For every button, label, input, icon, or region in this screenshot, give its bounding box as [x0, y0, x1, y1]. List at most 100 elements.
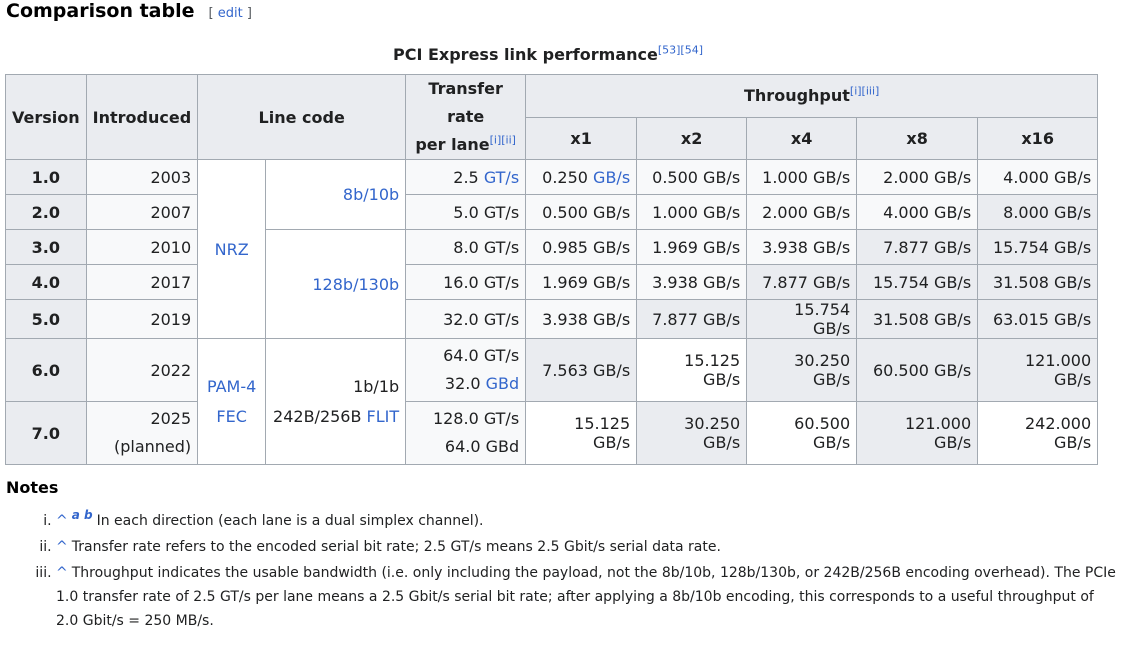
x4-cell: 15.754 GB/s — [746, 299, 858, 339]
x1-cell: 3.938 GB/s — [525, 299, 638, 339]
header-x1: x1 — [525, 116, 638, 160]
x8-cell: 121.000 GB/s — [856, 401, 979, 465]
x1-cell: 15.125 GB/s — [525, 401, 638, 465]
year-cell: 2003 — [85, 159, 199, 195]
x2-cell: 3.938 GB/s — [636, 264, 748, 300]
x2-cell: 1.000 GB/s — [636, 194, 748, 230]
version-cell: 6.0 — [5, 338, 87, 402]
x1-cell: 0.985 GB/s — [525, 229, 638, 265]
throughput-refs-link[interactable]: [i][iii] — [850, 85, 879, 98]
gts-link[interactable]: GT/s — [484, 168, 519, 187]
x8-cell: 15.754 GB/s — [856, 264, 979, 300]
year-cell: 2007 — [85, 194, 199, 230]
table-row: 7.0 2025 (planned) 128.0 GT/s 64.0 GBd 1… — [5, 401, 1099, 465]
x1-cell: 1.969 GB/s — [525, 264, 638, 300]
header-version: Version — [5, 74, 87, 160]
x16-cell: 242.000 GB/s — [977, 401, 1099, 465]
notes-section: Notes ^a bIn each direction (each lane i… — [6, 478, 1116, 635]
backlink-caret[interactable]: ^ — [56, 565, 68, 581]
caption-refs-link[interactable]: [53][54] — [658, 44, 703, 57]
edit-section: [ edit ] — [208, 6, 252, 21]
x16-cell: 63.015 GB/s — [977, 299, 1099, 339]
year-cell: 2022 — [85, 338, 199, 402]
nrz-link[interactable]: NRZ — [215, 240, 249, 259]
x16-cell: 8.000 GB/s — [977, 194, 1099, 230]
x4-cell: 2.000 GB/s — [746, 194, 858, 230]
rate-cell: 16.0 GT/s — [405, 264, 527, 300]
x4-cell: 30.250 GB/s — [746, 338, 858, 402]
x16-cell: 31.508 GB/s — [977, 264, 1099, 300]
rate-cell: 8.0 GT/s — [405, 229, 527, 265]
header-line-code: Line code — [197, 74, 407, 160]
x8-cell: 60.500 GB/s — [856, 338, 979, 402]
note-item: ^Throughput indicates the usable bandwid… — [56, 561, 1116, 633]
rate-cell: 2.5 GT/s — [405, 159, 527, 195]
backlink-caret[interactable]: ^ — [56, 539, 68, 555]
year-cell: 2017 — [85, 264, 199, 300]
rate-cell: 5.0 GT/s — [405, 194, 527, 230]
x2-cell: 0.500 GB/s — [636, 159, 748, 195]
x2-cell: 15.125 GB/s — [636, 338, 748, 402]
header-introduced: Introduced — [85, 74, 199, 160]
header-x2: x2 — [636, 116, 748, 160]
line-code-8b10b: 8b/10b — [265, 159, 407, 230]
version-cell: 1.0 — [5, 159, 87, 195]
x4-cell: 60.500 GB/s — [746, 401, 858, 465]
x4-cell: 7.877 GB/s — [746, 264, 858, 300]
x4-cell: 3.938 GB/s — [746, 229, 858, 265]
gbd-link[interactable]: GBd — [486, 374, 520, 393]
line-code-pam4-fec: PAM-4 FEC — [197, 338, 267, 465]
gbs-link[interactable]: GB/s — [593, 168, 630, 187]
x16-cell: 4.000 GB/s — [977, 159, 1099, 195]
table-row: 5.0 2019 32.0 GT/s 3.938 GB/s 7.877 GB/s… — [5, 299, 1099, 339]
note-item: ^a bIn each direction (each lane is a du… — [56, 509, 1116, 533]
edit-link[interactable]: edit — [218, 6, 243, 21]
notes-title: Notes — [6, 478, 59, 497]
line-code-nrz: NRZ — [197, 159, 267, 339]
header-row-1: Version Introduced Line code Transfer ra… — [5, 74, 1099, 160]
x4-cell: 1.000 GB/s — [746, 159, 858, 195]
x2-cell: 1.969 GB/s — [636, 229, 748, 265]
version-cell: 7.0 — [5, 401, 87, 465]
header-x8: x8 — [856, 116, 979, 160]
x8-cell: 31.508 GB/s — [856, 299, 979, 339]
section-title: Comparison table — [6, 0, 195, 22]
year-cell: 2019 — [85, 299, 199, 339]
x8-cell: 2.000 GB/s — [856, 159, 979, 195]
pam4-link[interactable]: PAM-4 — [207, 377, 256, 396]
table-row: 2.0 2007 5.0 GT/s 0.500 GB/s 1.000 GB/s … — [5, 194, 1099, 230]
pcie-performance-table: Version Introduced Line code Transfer ra… — [5, 74, 1099, 465]
x8-cell: 4.000 GB/s — [856, 194, 979, 230]
version-cell: 5.0 — [5, 299, 87, 339]
year-cell: 2025 (planned) — [85, 401, 199, 465]
x16-cell: 15.754 GB/s — [977, 229, 1099, 265]
x1-cell: 0.500 GB/s — [525, 194, 638, 230]
version-cell: 4.0 — [5, 264, 87, 300]
header-x4: x4 — [746, 116, 858, 160]
x2-cell: 7.877 GB/s — [636, 299, 748, 339]
128b130b-link[interactable]: 128b/130b — [312, 275, 399, 294]
table-row: 4.0 2017 16.0 GT/s 1.969 GB/s 3.938 GB/s… — [5, 264, 1099, 300]
x8-cell: 7.877 GB/s — [856, 229, 979, 265]
note-item: ^Transfer rate refers to the encoded ser… — [56, 535, 1116, 559]
x1-cell: 0.250 GB/s — [525, 159, 638, 195]
header-throughput: Throughput[i][iii] — [525, 74, 1099, 118]
x2-cell: 30.250 GB/s — [636, 401, 748, 465]
x1-cell: 7.563 GB/s — [525, 338, 638, 402]
flit-link[interactable]: FLIT — [367, 407, 400, 426]
table-row: 1.0 2003 NRZ 8b/10b 2.5 GT/s 0.250 GB/s … — [5, 159, 1099, 339]
backlinks-ab[interactable]: a b — [72, 508, 93, 522]
header-x16: x16 — [977, 116, 1099, 160]
version-cell: 2.0 — [5, 194, 87, 230]
header-transfer-rate: Transfer rate per lane[i][ii] — [405, 74, 527, 160]
notes-list: ^a bIn each direction (each lane is a du… — [6, 509, 1116, 633]
rate-cell: 32.0 GT/s — [405, 299, 527, 339]
table-caption: PCI Express link performance[53][54] — [392, 43, 704, 64]
line-code-flit: 1b/1b 242B/256B FLIT — [265, 338, 407, 465]
8b10b-link[interactable]: 8b/10b — [343, 185, 399, 204]
table-row: 6.0 2022 PAM-4 FEC 1b/1b 242B/256B FLIT … — [5, 338, 1099, 465]
backlink-caret: ^ — [56, 513, 68, 529]
transfer-rate-refs-link[interactable]: [i][ii] — [490, 134, 516, 147]
table-row: 3.0 2010 128b/130b 8.0 GT/s 0.985 GB/s 1… — [5, 229, 1099, 339]
fec-link[interactable]: FEC — [216, 407, 246, 426]
